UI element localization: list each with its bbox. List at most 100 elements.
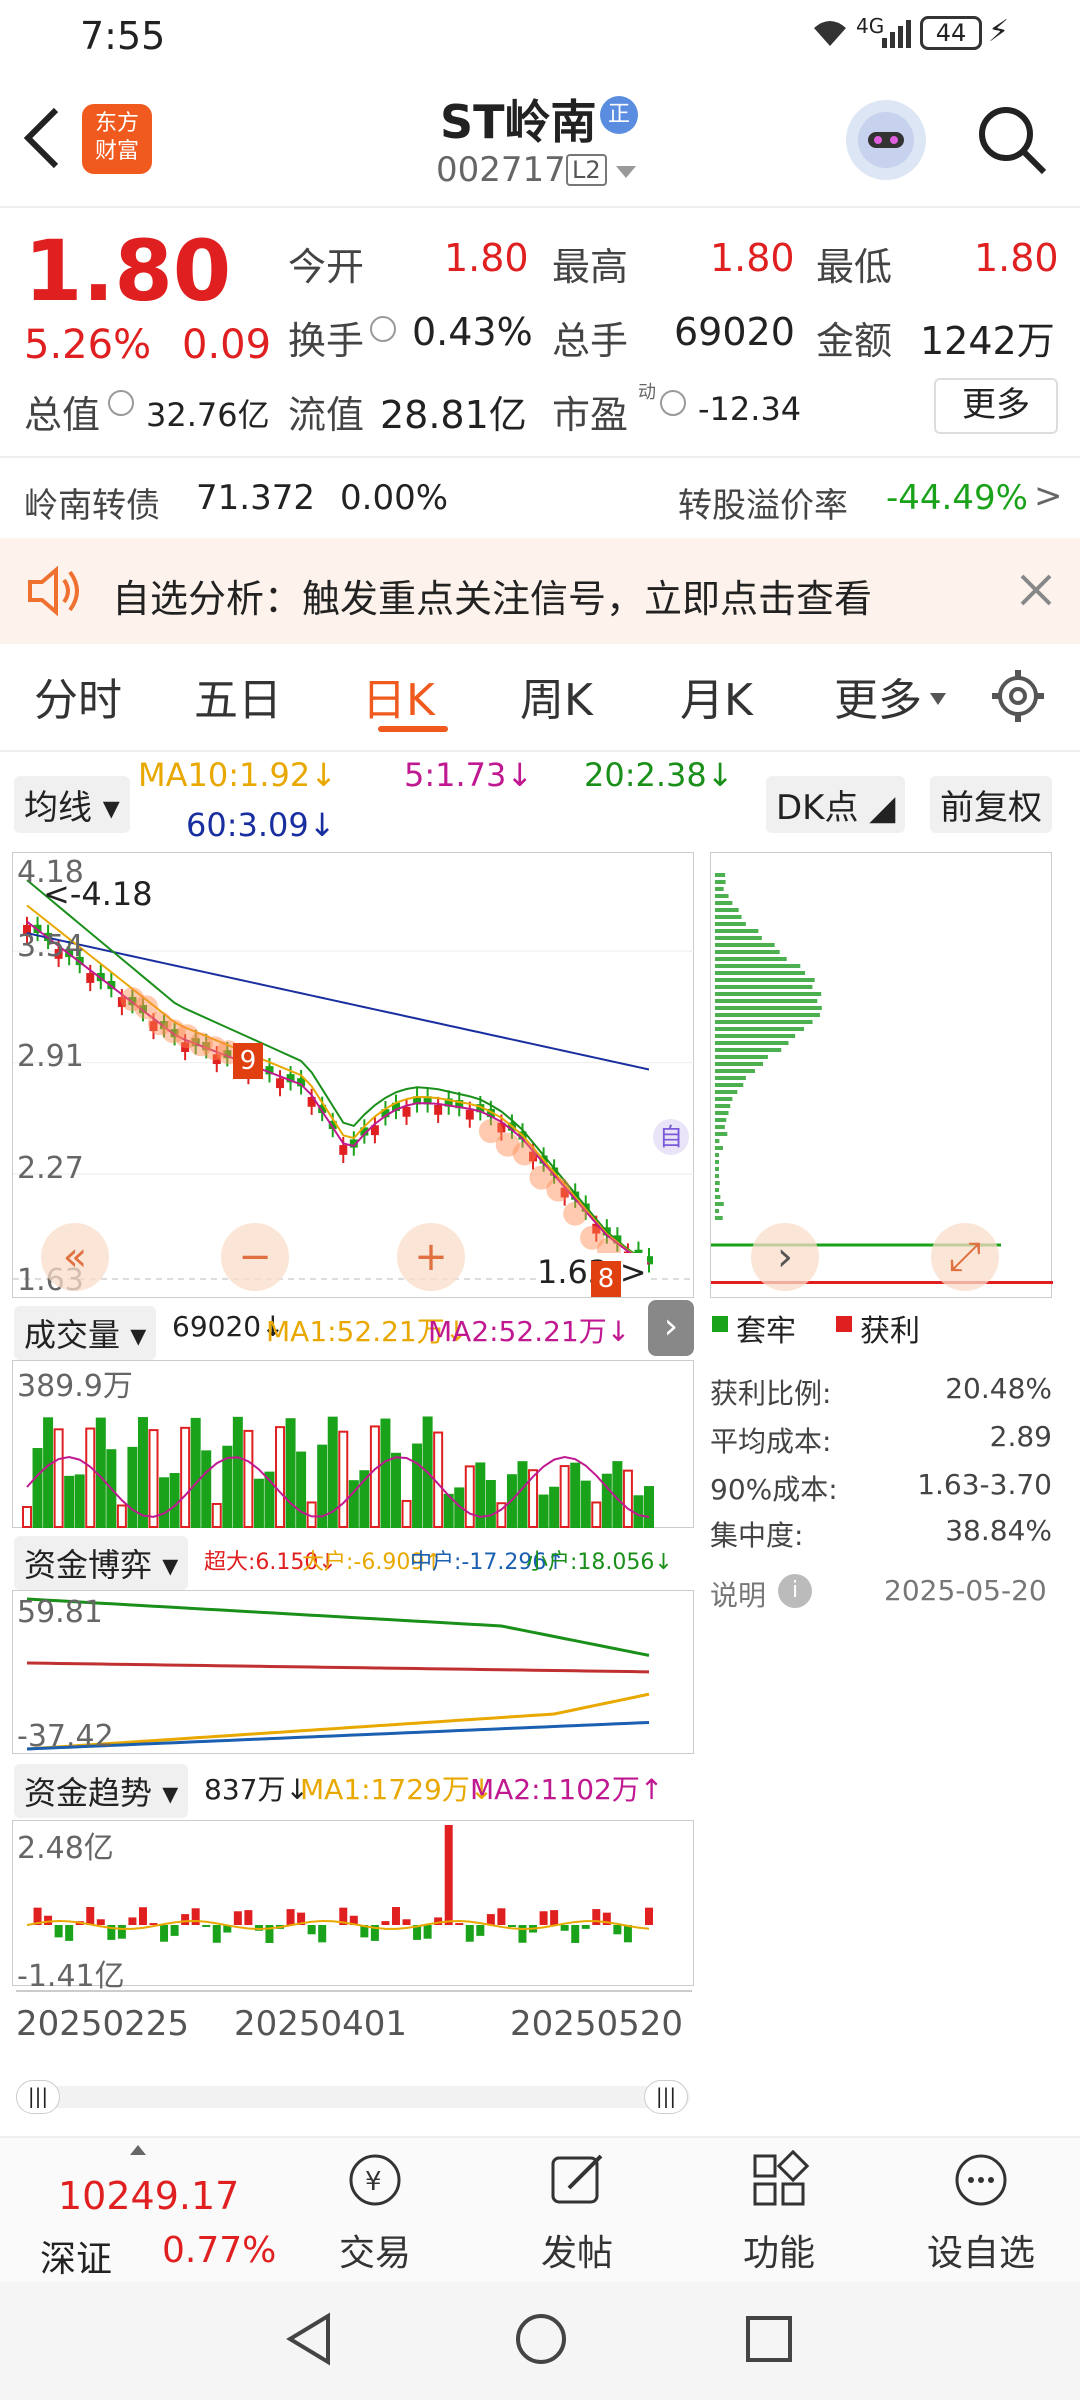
trend-bar: [582, 1925, 590, 1929]
range-slider[interactable]: [16, 2086, 690, 2108]
more-button[interactable]: 更多: [934, 378, 1058, 434]
fund-select[interactable]: 资金博弈 ▾: [14, 1536, 188, 1590]
chip-bar: [715, 1202, 724, 1206]
ma-select[interactable]: 均线 ▾: [14, 776, 130, 833]
volume-bar: [371, 1426, 379, 1527]
chip-bar: [715, 1111, 729, 1115]
volume-bar: [202, 1451, 210, 1527]
info-icon[interactable]: i: [778, 1574, 812, 1608]
chip-bar: [715, 915, 742, 919]
adjust-button[interactable]: 前复权: [930, 776, 1052, 833]
close-icon[interactable]: [1016, 570, 1056, 614]
chip-bar: [715, 929, 758, 933]
volume-bar: [403, 1501, 411, 1527]
volume-select[interactable]: 成交量 ▾: [14, 1306, 156, 1360]
fund-trend-chart[interactable]: 2.48亿 -1.41亿: [12, 1820, 694, 1986]
fund-game-chart[interactable]: 59.81 -37.42: [12, 1590, 694, 1754]
chip-bar: [715, 1041, 789, 1045]
volume-bar: [118, 1505, 126, 1527]
tab-monthly-k[interactable]: 月K: [680, 664, 753, 728]
concentration-row: 集中度: 38.84%: [710, 1514, 1052, 1554]
chip-distribution[interactable]: › ⤢: [710, 852, 1052, 1298]
kline-chart[interactable]: 4.18 <-4.18 3.54 2.91 2.27 1.63 1.63-> 自…: [12, 852, 694, 1298]
chip-bar: [715, 1055, 768, 1059]
volume-bar: [392, 1454, 400, 1527]
index-name[interactable]: 深证: [40, 2230, 112, 2282]
trend-bar: [424, 1925, 432, 1939]
trend-bar: [318, 1925, 326, 1942]
tab-more[interactable]: 更多: [834, 664, 922, 728]
add-watchlist-button[interactable]: 设自选: [906, 2150, 1056, 2276]
signal-dot: [513, 1142, 537, 1166]
date-tick: 20250401: [234, 2004, 407, 2044]
post-label: 发帖: [502, 2224, 652, 2276]
divider: [0, 206, 1080, 208]
chip-bar: [715, 1118, 726, 1122]
trade-button[interactable]: ¥ 交易: [300, 2150, 450, 2276]
info-icon[interactable]: [660, 390, 686, 416]
stock-code: 002717: [436, 150, 566, 190]
functions-button[interactable]: 功能: [704, 2150, 854, 2276]
bond-name[interactable]: 岭南转债: [24, 478, 160, 527]
volume-bar: [645, 1487, 653, 1527]
trend-bar: [308, 1925, 316, 1934]
notice-text[interactable]: 自选分析：触发重点关注信号，立即点击查看: [112, 568, 872, 623]
open-value: 1.80: [444, 236, 529, 280]
chip-bar: [715, 1013, 820, 1017]
nav-home-icon[interactable]: [514, 2312, 568, 2370]
volume-top-tick: 389.9万: [17, 1361, 133, 1405]
candle: [403, 1107, 411, 1117]
candle: [339, 1145, 347, 1155]
trend-select[interactable]: 资金趋势 ▾: [14, 1764, 188, 1818]
search-icon[interactable]: [976, 104, 1048, 180]
tab-weekly-k[interactable]: 周K: [520, 664, 593, 728]
chevron-down-icon[interactable]: [614, 164, 638, 184]
zoom-in-icon[interactable]: +: [397, 1223, 465, 1291]
expand-icon[interactable]: ⤢: [931, 1223, 999, 1291]
post-button[interactable]: 发帖: [502, 2150, 652, 2276]
stat-value: 38.84%: [945, 1514, 1052, 1547]
volume-bar: [276, 1427, 284, 1527]
index-value[interactable]: 10249.17: [58, 2174, 239, 2218]
nav-back-icon[interactable]: [284, 2312, 334, 2370]
chevron-right-icon[interactable]: ›: [751, 1223, 819, 1291]
tab-intraday[interactable]: 分时: [34, 664, 122, 728]
trend-bar: [561, 1925, 569, 1931]
trade-label: 交易: [300, 2224, 450, 2276]
caret-down-icon[interactable]: [930, 690, 946, 709]
tab-five-day[interactable]: 五日: [194, 664, 282, 728]
chevron-right-icon[interactable]: >: [1034, 476, 1063, 516]
volume-chart[interactable]: 389.9万: [12, 1360, 694, 1528]
info-icon[interactable]: [370, 316, 396, 342]
scroll-left-icon[interactable]: «: [41, 1223, 109, 1291]
chip-bar: [715, 1034, 795, 1038]
chip-bar: [715, 1083, 743, 1087]
volume-bar: [192, 1419, 200, 1527]
tab-daily-k[interactable]: 日K: [362, 664, 435, 728]
chip-note-link[interactable]: 说明: [710, 1574, 766, 1614]
profit-legend-swatch: [836, 1316, 852, 1332]
level-badge[interactable]: L2: [566, 154, 607, 186]
signal-icon: [880, 18, 916, 52]
charging-icon: ⚡: [988, 14, 1009, 49]
back-icon[interactable]: [22, 106, 62, 174]
range-handle-left[interactable]: |||: [16, 2080, 60, 2114]
signal-dot: [563, 1202, 587, 1226]
settings-gear-icon[interactable]: [990, 668, 1046, 728]
self-select-tag[interactable]: 自: [653, 1119, 689, 1155]
candle: [434, 1105, 442, 1115]
date-tick: 20250225: [16, 2004, 189, 2044]
stock-title[interactable]: ST岭南: [440, 86, 597, 152]
date-tick: 20250520: [510, 2004, 683, 2044]
robot-avatar-icon[interactable]: [846, 100, 926, 180]
stat-key: 获利比例:: [710, 1377, 831, 1410]
divider: [0, 456, 1080, 458]
zoom-out-icon[interactable]: −: [221, 1223, 289, 1291]
range-handle-right[interactable]: |||: [644, 2080, 688, 2114]
dk-point-button[interactable]: DK点 ◢: [766, 776, 905, 833]
trade-icon: ¥: [343, 2150, 407, 2210]
info-icon[interactable]: [108, 390, 134, 416]
nav-recent-icon[interactable]: [744, 2314, 794, 2368]
trend-bar: [645, 1908, 653, 1925]
expand-panel-icon[interactable]: ›: [648, 1300, 694, 1356]
